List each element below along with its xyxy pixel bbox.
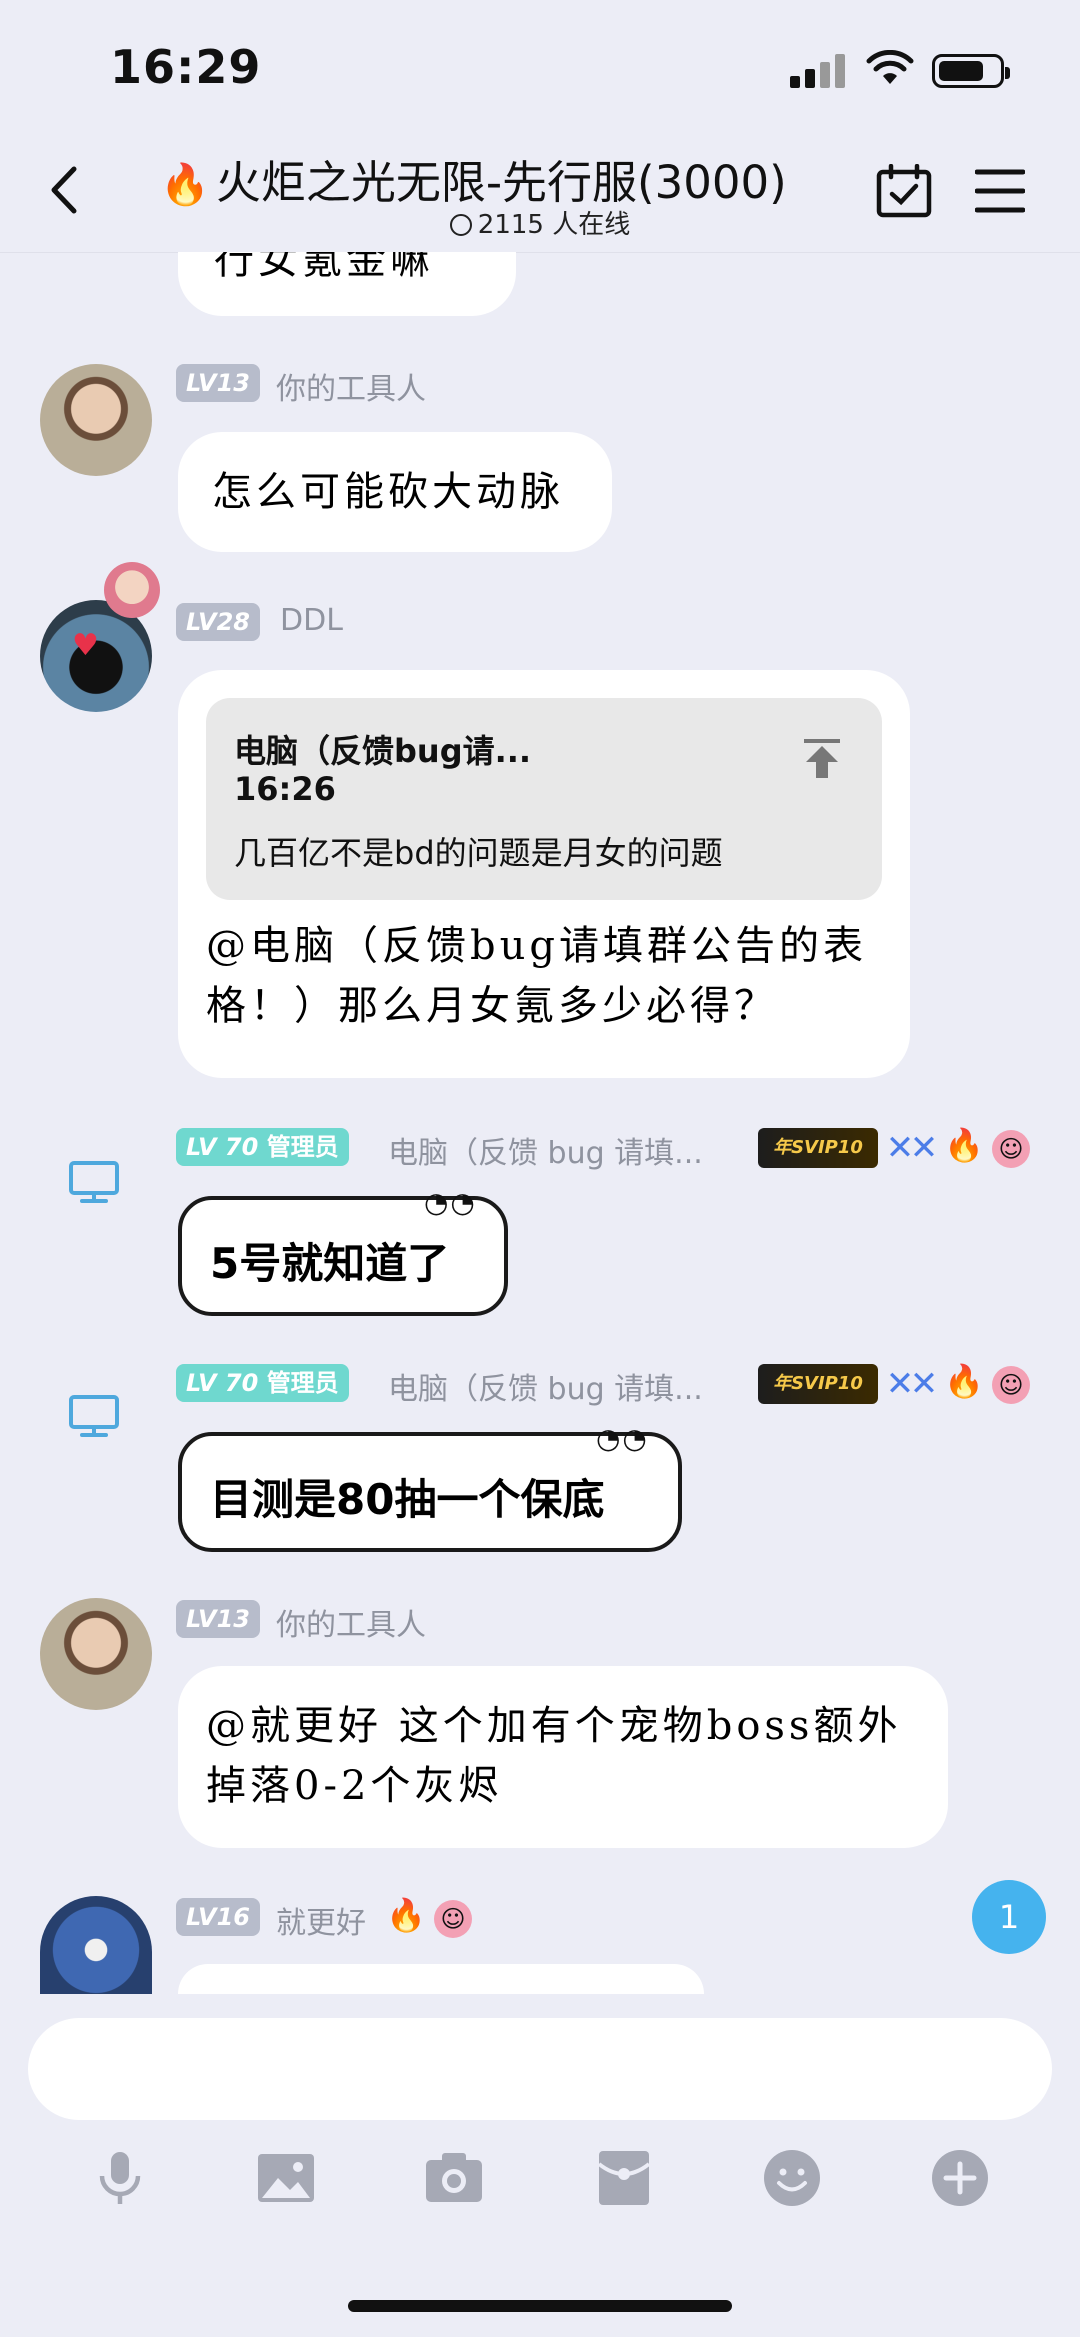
bubble-eyes-icon: ◔◔ [424, 1186, 477, 1219]
quote-time: 16:26 [234, 770, 336, 808]
cellular-signal-icon [790, 54, 846, 88]
message-bubble[interactable]: 怎么可能砍大动脉 [178, 432, 612, 552]
sender-name[interactable]: 你的工具人 [276, 364, 426, 408]
message-text: 5号就知道了 [210, 1239, 450, 1288]
sender-name[interactable]: DDL [280, 603, 343, 638]
home-indicator [348, 2300, 732, 2312]
quote-author: 电脑（反馈bug请... [234, 732, 532, 770]
xx-badge-icon: ✕ [909, 1128, 939, 1168]
plus-icon[interactable] [930, 2148, 990, 2208]
avatar[interactable] [40, 1598, 152, 1710]
message-text: 怎么可能砍大动脉 [212, 469, 564, 515]
level-badge: LV28 [176, 603, 260, 641]
bubble-eyes-icon: ◔◔ [596, 1422, 649, 1455]
heart-icon: ♥ [72, 628, 99, 663]
fire-icon: 🔥 [944, 1126, 984, 1164]
message-bubble[interactable]: @就更好 这个加有个宠物boss额外 掉落0-2个灰烬 [178, 1666, 948, 1848]
smile-face-icon: ☺ [992, 1366, 1030, 1404]
battery-icon [932, 54, 1010, 88]
online-status-icon [449, 214, 472, 236]
unread-count-badge[interactable]: 1 [972, 1880, 1046, 1954]
fire-icon: 🔥 [944, 1362, 984, 1400]
menu-icon[interactable] [975, 168, 1025, 214]
fire-icon: 🔥 [386, 1896, 426, 1934]
microphone-icon[interactable] [90, 2148, 150, 2208]
status-time: 16:29 [110, 40, 262, 94]
fire-icon: 🔥 [160, 162, 210, 208]
message-text: 格！）那么月女氪多少必得？ [206, 983, 778, 1029]
sender-name[interactable]: 你的工具人 [276, 1600, 426, 1644]
level-badge: LV13 [176, 364, 260, 402]
avatar-decoration [104, 562, 160, 618]
message-text: @就更好 这个加有个宠物boss额外 [206, 1703, 902, 1749]
jump-to-top-icon[interactable] [800, 736, 844, 780]
message-text: 掉落0-2个灰烬 [206, 1763, 503, 1809]
quoted-message[interactable]: 电脑（反馈bug请... 16:26 几百亿不是bd的问题是月女的问题 [206, 698, 882, 900]
level-badge: LV16 [176, 1898, 260, 1936]
group-title[interactable]: 🔥火炬之光无限-先行服(3000) [160, 146, 820, 211]
quote-text: 几百亿不是bd的问题是月女的问题 [234, 834, 723, 872]
xx-badge-icon: ✕ [909, 1364, 939, 1404]
computer-icon[interactable] [68, 1160, 120, 1204]
message-bubble[interactable]: 电脑（反馈bug请... 16:26 几百亿不是bd的问题是月女的问题 @电脑（… [178, 670, 910, 1078]
computer-icon[interactable] [68, 1394, 120, 1438]
sender-name[interactable]: 电脑（反馈 bug 请填... [388, 1364, 703, 1408]
avatar[interactable] [40, 1896, 152, 1994]
emoji-icon[interactable] [762, 2148, 822, 2208]
avatar[interactable] [40, 364, 152, 476]
level-badge: LV 70 管理员 [176, 1364, 349, 1402]
camera-icon[interactable] [424, 2148, 484, 2208]
calendar-check-icon[interactable] [876, 164, 932, 218]
image-icon[interactable] [256, 2148, 316, 2208]
level-badge: LV13 [176, 1600, 260, 1638]
message-input[interactable] [28, 2018, 1052, 2120]
sender-name[interactable]: 就更好 [276, 1898, 366, 1942]
svip-badge: 年SVIP10 [758, 1364, 878, 1404]
smile-face-icon: ☺ [434, 1900, 472, 1938]
message-bubble[interactable] [178, 1964, 704, 1994]
red-packet-icon[interactable] [594, 2148, 654, 2208]
sender-name[interactable]: 电脑（反馈 bug 请填... [388, 1128, 703, 1172]
smile-face-icon: ☺ [992, 1130, 1030, 1168]
message-text: @电脑（反馈bug请填群公告的表 [206, 923, 867, 969]
level-badge: LV 70 管理员 [176, 1128, 349, 1166]
svip-badge: 年SVIP10 [758, 1128, 878, 1168]
message-text: 目测是80抽一个保底 [210, 1475, 605, 1524]
wifi-icon [866, 50, 914, 84]
